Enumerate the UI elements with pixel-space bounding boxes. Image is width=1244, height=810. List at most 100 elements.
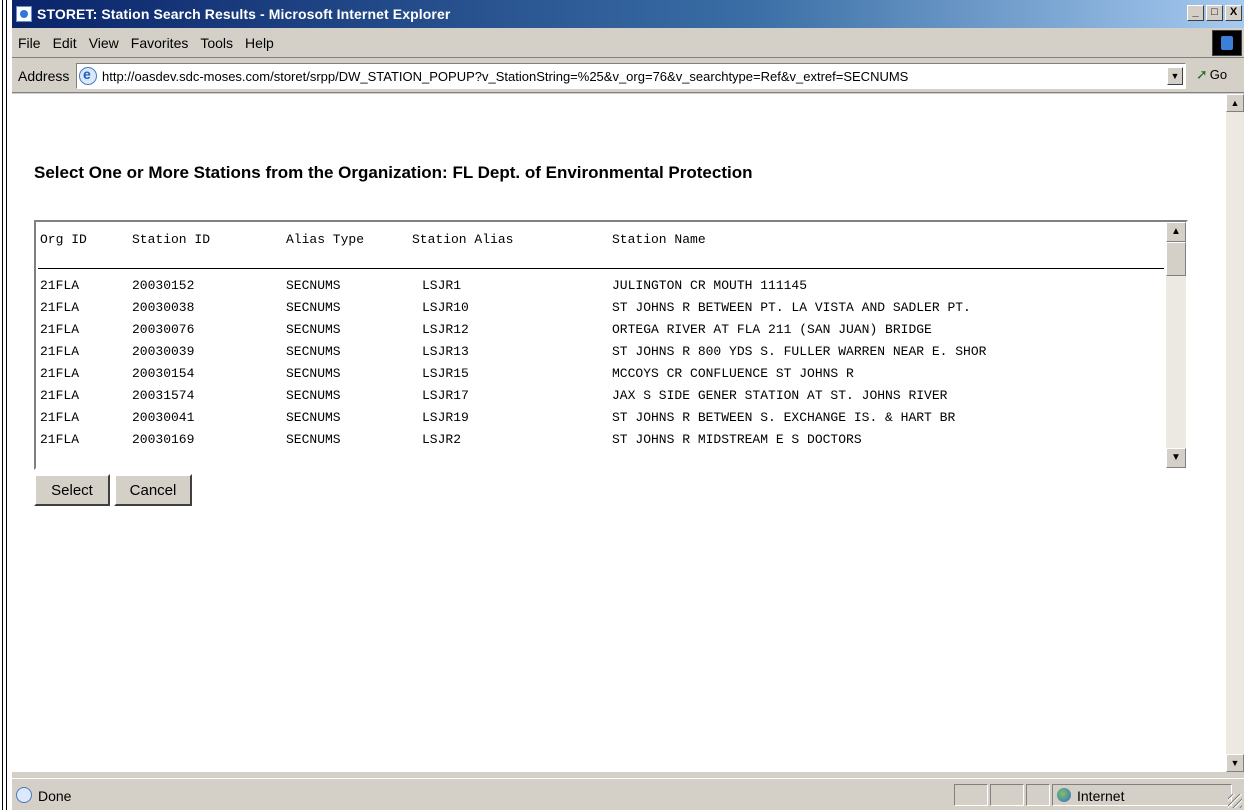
station-name-cell: ST JOHNS R BETWEEN S. EXCHANGE IS. & HAR… — [612, 410, 956, 425]
address-label: Address — [18, 68, 70, 84]
org-id-cell: 21FLA — [40, 366, 80, 381]
go-label: Go — [1209, 67, 1228, 82]
menu-tools[interactable]: Tools — [200, 35, 233, 51]
station-name-cell: MCCOYS CR CONFLUENCE ST JOHNS R — [612, 366, 854, 381]
alias-type-cell: SECNUMS — [286, 432, 341, 447]
ie-page-icon — [79, 66, 97, 85]
column-header-station-alias: Station Alias — [412, 232, 514, 247]
station-name-cell: JAX S SIDE GENER STATION AT ST. JOHNS RI… — [612, 388, 948, 403]
alias-type-cell: SECNUMS — [286, 300, 341, 315]
windows-logo-icon — [1212, 30, 1242, 56]
station-name-cell: JULINGTON CR MOUTH 111145 — [612, 278, 808, 293]
table-row[interactable]: 21FLA 20030154 SECNUMS LSJR15 MCCOYS CR CONF… — [36, 362, 1164, 384]
page-scrollbar-top[interactable]: ▲ — [1226, 94, 1244, 134]
list-scrollbar[interactable]: ▲ ▼ — [1166, 222, 1186, 468]
station-alias-cell: LSJR12 — [422, 322, 469, 337]
station-name-cell: ST JOHNS R MIDSTREAM E S DOCTORS — [612, 432, 862, 447]
status-panel — [990, 784, 1024, 806]
table-row[interactable]: 21FLA 20030038 SECNUMS LSJR10 ST JOHNS R BET… — [36, 296, 1164, 318]
station-id-cell: 20030154 — [132, 366, 195, 381]
alias-type-cell: SECNUMS — [286, 322, 341, 337]
list-scroll-thumb[interactable] — [1166, 242, 1186, 276]
org-id-cell: 21FLA — [40, 432, 80, 447]
scroll-up-button[interactable]: ▲ — [1226, 94, 1244, 112]
station-alias-cell: LSJR13 — [422, 344, 469, 359]
table-row[interactable]: 21FLA 20030169 SECNUMS LSJR2 ST JOHNS R MIDS… — [36, 428, 1164, 450]
station-name-cell: ST JOHNS R 800 YDS S. FULLER WARREN NEAR… — [612, 344, 987, 359]
org-id-cell: 21FLA — [40, 322, 80, 337]
org-id-cell: 21FLA — [40, 410, 80, 425]
table-row[interactable]: 21FLA 20031574 SECNUMS LSJR17 JAX S SIDE GEN… — [36, 384, 1164, 406]
zone-label: Internet — [1077, 788, 1125, 804]
table-row[interactable]: 21FLA 20030076 SECNUMS LSJR12 ORTEGA RIVER A… — [36, 318, 1164, 340]
station-alias-cell: LSJR10 — [422, 300, 469, 315]
globe-icon — [1057, 788, 1071, 802]
column-header-alias-type: Alias Type — [286, 232, 365, 247]
station-name-cell: ST JOHNS R BETWEEN PT. LA VISTA AND SADL… — [612, 300, 971, 315]
station-name-cell: ORTEGA RIVER AT FLA 211 (SAN JUAN) BRIDG… — [612, 322, 932, 337]
alias-type-cell: SECNUMS — [286, 278, 341, 293]
title-bar: STORET: Station Search Results - Microso… — [12, 0, 1244, 28]
browser-window: STORET: Station Search Results - Microso… — [12, 0, 1244, 810]
org-id-cell: 21FLA — [40, 300, 80, 315]
column-header-org-id: Org ID — [40, 232, 87, 247]
address-bar: Address http://oasdev.sdc-moses.com/stor… — [12, 59, 1244, 93]
alias-type-cell: SECNUMS — [286, 388, 341, 403]
station-id-cell: 20031574 — [132, 388, 195, 403]
alias-type-cell: SECNUMS — [286, 410, 341, 425]
ie-page-icon — [16, 787, 32, 803]
close-button[interactable]: X — [1225, 5, 1242, 21]
table-row[interactable]: 21FLA 20030152 SECNUMS LSJR1 JULINGTON CR MO… — [36, 274, 1164, 296]
minimize-button[interactable]: _ — [1187, 5, 1204, 21]
menu-view[interactable]: View — [89, 35, 119, 51]
cancel-button[interactable]: Cancel — [114, 474, 192, 506]
station-id-cell: 20030076 — [132, 322, 195, 337]
table-row[interactable]: 21FLA 20030041 SECNUMS LSJR19 ST JOHNS R BET… — [36, 406, 1164, 428]
scroll-down-button[interactable]: ▼ — [1226, 754, 1244, 772]
address-url[interactable]: http://oasdev.sdc-moses.com/storet/srpp/… — [102, 69, 908, 84]
menu-file[interactable]: File — [18, 35, 41, 51]
station-alias-cell: LSJR19 — [422, 410, 469, 425]
menu-help[interactable]: Help — [245, 35, 274, 51]
menu-edit[interactable]: Edit — [53, 35, 77, 51]
station-listbox[interactable]: Org ID Station ID Alias Type Station Ali… — [34, 220, 1188, 470]
org-id-cell: 21FLA — [40, 278, 80, 293]
menu-bar: File Edit View Favorites Tools Help — [12, 28, 1244, 58]
alias-type-cell: SECNUMS — [286, 366, 341, 381]
column-header-station-name: Station Name — [612, 232, 706, 247]
list-scroll-down-button[interactable]: ▼ — [1166, 448, 1186, 468]
ie-page-icon — [16, 6, 32, 22]
status-panel — [1026, 784, 1050, 806]
select-button[interactable]: Select — [34, 474, 110, 506]
maximize-button[interactable]: □ — [1206, 5, 1223, 21]
go-arrow-icon: ➚ — [1196, 66, 1208, 82]
page-scrollbar[interactable]: ▼ — [1226, 134, 1244, 772]
station-id-cell: 20030038 — [132, 300, 195, 315]
status-panel — [954, 784, 988, 806]
security-zone-panel: Internet — [1052, 784, 1232, 806]
address-input[interactable]: http://oasdev.sdc-moses.com/storet/srpp/… — [76, 63, 1186, 89]
desktop-edge — [0, 0, 12, 810]
station-id-cell: 20030041 — [132, 410, 195, 425]
table-row[interactable]: 21FLA 20030039 SECNUMS LSJR13 ST JOHNS R 800… — [36, 340, 1164, 362]
menu-favorites[interactable]: Favorites — [131, 35, 189, 51]
station-id-cell: 20030039 — [132, 344, 195, 359]
station-alias-cell: LSJR1 — [422, 278, 462, 293]
list-scroll-up-button[interactable]: ▲ — [1166, 222, 1186, 242]
status-bar: Done Internet — [12, 778, 1244, 810]
station-alias-cell: LSJR15 — [422, 366, 469, 381]
page-title: Select One or More Stations from the Org… — [34, 163, 753, 182]
station-alias-cell: LSJR2 — [422, 432, 462, 447]
window-title: STORET: Station Search Results - Microso… — [37, 6, 451, 22]
station-alias-cell: LSJR17 — [422, 388, 469, 403]
station-id-cell: 20030152 — [132, 278, 195, 293]
resize-grip[interactable] — [1228, 794, 1242, 808]
status-text: Done — [38, 788, 72, 804]
go-button[interactable]: ➚ Go — [1196, 66, 1227, 83]
address-dropdown-button[interactable]: ▼ — [1167, 67, 1183, 85]
column-header-station-id: Station ID — [132, 232, 211, 247]
station-id-cell: 20030169 — [132, 432, 195, 447]
content-area-top — [12, 94, 1226, 134]
org-id-cell: 21FLA — [40, 344, 80, 359]
org-id-cell: 21FLA — [40, 388, 80, 403]
